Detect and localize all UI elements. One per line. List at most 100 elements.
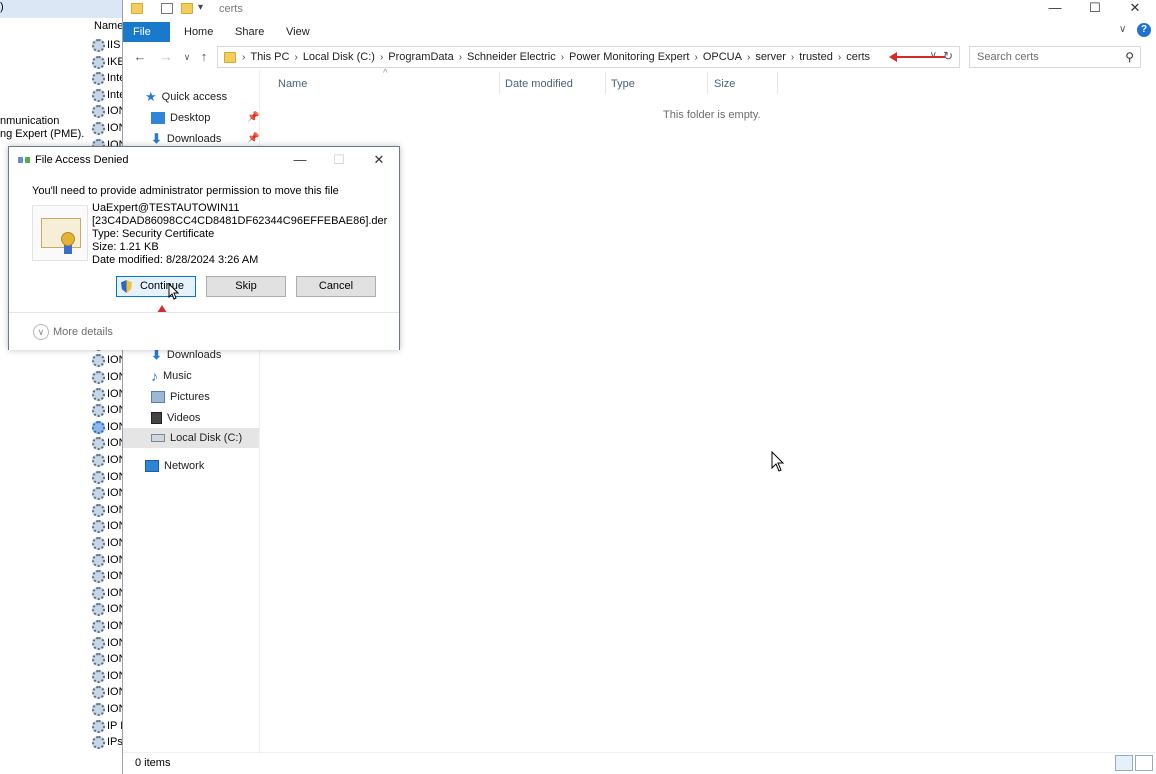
breadcrumb-local-disk[interactable]: Local Disk (C:): [298, 51, 380, 63]
column-size[interactable]: Size: [714, 78, 735, 90]
column-name[interactable]: Name: [278, 78, 307, 90]
new-folder-icon[interactable]: [181, 3, 193, 14]
service-row[interactable]: ION: [92, 552, 124, 568]
column-divider[interactable]: [777, 72, 778, 94]
service-row[interactable]: ION: [92, 618, 124, 634]
item-count: 0 items: [135, 757, 171, 769]
back-button[interactable]: ←: [131, 48, 149, 66]
service-row[interactable]: Inte: [92, 70, 124, 86]
column-date-modified[interactable]: Date modified: [505, 78, 573, 90]
service-gear-icon: [92, 453, 105, 467]
service-row[interactable]: ION: [92, 668, 124, 684]
nav-quick-access-label: Quick access: [161, 91, 228, 103]
pin-icon[interactable]: 📌: [247, 112, 259, 123]
service-gear-icon: [92, 503, 105, 517]
breadcrumb-certs[interactable]: certs: [841, 51, 875, 63]
pictures-icon: [151, 391, 165, 403]
skip-button[interactable]: Skip: [206, 276, 286, 297]
nav-desktop[interactable]: Desktop: [151, 108, 210, 128]
breadcrumb-power-monitoring-expert[interactable]: Power Monitoring Expert: [564, 51, 694, 63]
column-divider[interactable]: [605, 72, 606, 94]
service-row[interactable]: ION: [92, 469, 124, 485]
background-column-header[interactable]: Name: [94, 20, 123, 32]
service-row[interactable]: ION: [92, 103, 124, 119]
tab-file[interactable]: File: [123, 22, 170, 42]
more-details-toggle[interactable]: ∨ More details: [33, 324, 113, 340]
breadcrumb-trusted[interactable]: trusted: [794, 51, 838, 63]
nav-local-disk[interactable]: Local Disk (C:): [123, 428, 259, 448]
search-placeholder: Search certs: [977, 51, 1039, 63]
desktop-icon: [151, 112, 165, 124]
service-row[interactable]: IKE: [92, 54, 124, 70]
dialog-minimize-button[interactable]: —: [285, 151, 315, 169]
address-bar[interactable]: › This PC › Local Disk (C:) › ProgramDat…: [217, 46, 960, 68]
maximize-button[interactable]: ☐: [1075, 0, 1115, 18]
annotation-arrow: [895, 56, 945, 58]
service-row[interactable]: IP H: [92, 718, 124, 734]
search-icon: ⚲: [1125, 50, 1134, 64]
service-row[interactable]: ION: [92, 635, 124, 651]
minimize-button[interactable]: —: [1035, 0, 1075, 18]
tab-view[interactable]: View: [276, 22, 320, 42]
service-gear-icon: [92, 569, 105, 583]
column-divider[interactable]: [499, 72, 500, 94]
service-row[interactable]: ION: [92, 435, 124, 451]
service-row[interactable]: ION: [92, 402, 124, 418]
ribbon-expand-icon[interactable]: ∨: [1119, 24, 1126, 35]
service-row[interactable]: ION: [92, 452, 124, 468]
service-row[interactable]: ION: [92, 535, 124, 551]
nav-network[interactable]: Network: [145, 456, 204, 476]
network-icon: [145, 460, 159, 472]
tab-home[interactable]: Home: [174, 22, 223, 42]
service-row[interactable]: IIS: [92, 37, 124, 53]
breadcrumb-server[interactable]: server: [750, 51, 791, 63]
service-row[interactable]: ION: [92, 419, 124, 435]
service-row[interactable]: ION: [92, 518, 124, 534]
nav-videos[interactable]: Videos: [151, 408, 200, 428]
service-row[interactable]: ION: [92, 568, 124, 584]
recent-locations-icon[interactable]: ∨: [178, 48, 196, 66]
service-row[interactable]: ION: [92, 502, 124, 518]
service-row[interactable]: ION: [92, 684, 124, 700]
large-icons-view-button[interactable]: [1135, 755, 1153, 771]
forward-button[interactable]: →: [157, 48, 175, 66]
cancel-button[interactable]: Cancel: [296, 276, 376, 297]
nav-pictures[interactable]: Pictures: [151, 387, 210, 407]
column-divider[interactable]: [707, 72, 708, 94]
tab-share[interactable]: Share: [225, 22, 274, 42]
customize-qat-icon[interactable]: ▾: [198, 2, 203, 13]
service-row[interactable]: ION: [92, 585, 124, 601]
service-row[interactable]: IPs: [92, 734, 124, 750]
help-icon[interactable]: ?: [1137, 23, 1151, 37]
service-gear-icon: [92, 619, 105, 633]
breadcrumb-this-pc[interactable]: This PC: [245, 51, 294, 63]
nav-quick-access[interactable]: ★ Quick access: [145, 87, 227, 107]
breadcrumb-programdata[interactable]: ProgramData: [383, 51, 458, 63]
dialog-close-button[interactable]: ✕: [364, 151, 394, 169]
service-row[interactable]: ION: [92, 386, 124, 402]
breadcrumb-schneider-electric[interactable]: Schneider Electric: [462, 51, 561, 63]
service-gear-icon: [92, 403, 105, 417]
close-button[interactable]: ✕: [1115, 0, 1155, 18]
service-row[interactable]: ION: [92, 352, 124, 368]
service-row[interactable]: ION: [92, 369, 124, 385]
service-row[interactable]: ION: [92, 701, 124, 717]
service-row[interactable]: ION: [92, 120, 124, 136]
service-row[interactable]: ION: [92, 601, 124, 617]
drive-icon: [151, 434, 165, 442]
search-input[interactable]: Search certs ⚲: [969, 46, 1141, 68]
music-icon: ♪: [151, 368, 158, 384]
nav-music[interactable]: ♪ Music: [151, 366, 192, 386]
continue-button[interactable]: Continue: [116, 276, 196, 297]
details-view-button[interactable]: [1115, 755, 1133, 771]
properties-icon[interactable]: [161, 3, 173, 14]
service-gear-icon: [92, 719, 105, 733]
dialog-maximize-button: ☐: [333, 152, 345, 167]
column-type[interactable]: Type: [611, 78, 635, 90]
service-row[interactable]: ION: [92, 651, 124, 667]
breadcrumb-opcua[interactable]: OPCUA: [698, 51, 747, 63]
pin-icon[interactable]: 📌: [247, 133, 259, 144]
service-row[interactable]: ION: [92, 485, 124, 501]
up-button[interactable]: ↑: [195, 48, 213, 66]
service-row[interactable]: Inte: [92, 87, 124, 103]
